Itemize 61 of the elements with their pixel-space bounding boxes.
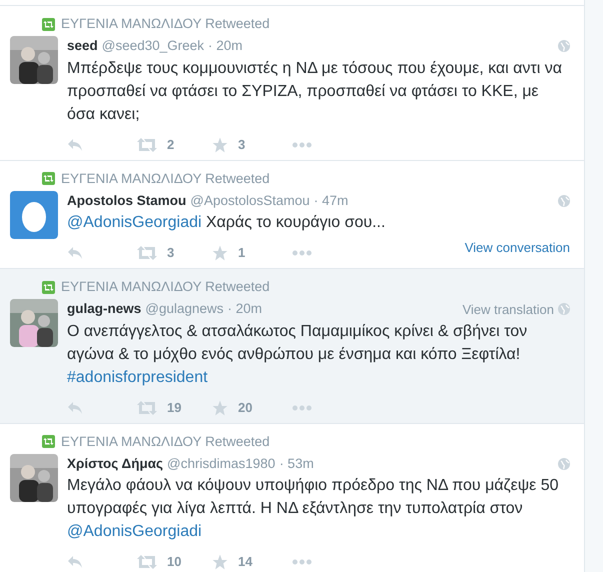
tweet-card[interactable]	[0, 269, 584, 424]
retweet-count: 3	[167, 244, 174, 262]
tweet-time[interactable]: · 53m	[279, 454, 314, 474]
retweet-badge-icon	[42, 280, 55, 294]
user-handle[interactable]: @gulagnews	[145, 299, 224, 320]
more-icon[interactable]	[292, 559, 312, 565]
tweet-time[interactable]: · 47m	[314, 190, 348, 211]
tweet-card[interactable]: ΕΥΓΕΝΙΑ ΜΑΝΩΛΙΔΟΥ Retweeted Apostolos Stamou @ApostolosStamou · 47m @AdonisGeorgiadi Χαράς το κουράγιο σου... 3 1 View conversation	[0, 160, 584, 269]
user-name[interactable]: seed	[67, 36, 98, 56]
retweet-label: ΕΥΓΕΝΙΑ ΜΑΝΩΛΙΔΟΥ Retweeted	[61, 278, 270, 296]
more-icon[interactable]	[292, 404, 312, 410]
retweet-badge-icon	[42, 172, 55, 186]
favorite-count: 20	[238, 398, 252, 417]
user-name[interactable]: Χρίστος Δήμας	[67, 454, 164, 474]
retweet-icon[interactable]	[137, 246, 157, 260]
retweet-label: ΕΥΓΕΝΙΑ ΜΑΝΩΛΙΔΟΥ Retweeted	[61, 432, 270, 450]
tweet-text: Μπέρδεψε τους κομμουνιστές η ΝΔ με τόσους που έχουμε, και αντι να προσπαθεί να φτάσει το ΣΥΡΙΖΑ, προσπαθεί να φτάσει το ΚΚΕ, με όσα κανει;	[67, 58, 563, 124]
user-name[interactable]: gulag-news	[67, 299, 142, 320]
tweet-time[interactable]: · 20m	[208, 36, 243, 56]
retweet-count: 10	[167, 553, 182, 572]
tweet-text: Ο ανεπάγγελτος & ατσαλάκωτος Παμαμιμίκος κρίνει & σβήνει τον αγώνα & το μόχθο ενός ανθρώπου με ένσημα και κόπο Ξεφτίλα! #adonisforpresident	[67, 322, 528, 388]
favorite-count: 3	[238, 136, 246, 154]
retweet-badge-icon	[42, 18, 55, 31]
favorite-count: 14	[238, 553, 252, 572]
user-handle[interactable]: @seed30_Greek	[102, 36, 204, 56]
tweet-time[interactable]: · 20m	[228, 299, 262, 320]
favorite-count: 1	[238, 244, 246, 262]
globe-icon	[558, 40, 570, 52]
reply-icon[interactable]	[67, 246, 83, 260]
egg-avatar-icon[interactable]	[10, 190, 58, 239]
view-translation-link[interactable]: View translation	[462, 300, 554, 320]
globe-icon	[558, 303, 570, 316]
retweet-badge-icon	[42, 435, 55, 448]
reply-icon[interactable]	[67, 400, 83, 414]
more-icon[interactable]	[292, 142, 312, 148]
star-icon[interactable]	[212, 136, 228, 152]
tweet-link[interactable]: @AdonisGeorgiadi	[67, 523, 202, 540]
star-icon[interactable]	[212, 554, 228, 570]
retweet-label: ΕΥΓΕΝΙΑ ΜΑΝΩΛΙΔΟΥ Retweeted	[61, 170, 270, 188]
globe-icon	[558, 458, 570, 470]
globe-icon	[558, 194, 570, 207]
reply-icon[interactable]	[67, 555, 83, 569]
more-icon[interactable]	[292, 250, 312, 256]
retweet-icon[interactable]	[137, 555, 157, 569]
retweet-count: 2	[167, 136, 174, 154]
reply-icon[interactable]	[67, 138, 83, 152]
tweet-link[interactable]: #adonisforpresident	[67, 368, 208, 386]
tweet-link[interactable]: @AdonisGeorgiadi	[67, 214, 202, 231]
tweet-card[interactable]	[0, 424, 584, 572]
retweet-count: 19	[167, 398, 182, 417]
view-conversation-link[interactable]: View conversation	[464, 238, 570, 258]
star-icon[interactable]	[212, 400, 228, 416]
retweet-icon[interactable]	[137, 138, 157, 152]
retweet-icon[interactable]	[137, 400, 157, 414]
tweet-text: @AdonisGeorgiadi Χαράς το κουράγιο σου...	[67, 213, 386, 233]
tweet-text: Μεγάλο φάουλ να κόψουν υποψήφιο πρόεδρο της ΝΔ που μάζεψε 50 υπογραφές για λίγα λεπτά. Η ΝΔ εξάντλησε την τυπολατρία στον @AdonisGeorgiadi	[67, 476, 560, 542]
star-icon[interactable]	[212, 245, 228, 261]
user-handle[interactable]: @ApostolosStamou	[190, 190, 310, 211]
user-handle[interactable]: @chrisdimas1980	[167, 454, 276, 474]
retweet-label: ΕΥΓΕΝΙΑ ΜΑΝΩΛΙΔΟΥ Retweeted	[61, 15, 270, 33]
user-name[interactable]: Apostolos Stamou	[67, 190, 186, 211]
